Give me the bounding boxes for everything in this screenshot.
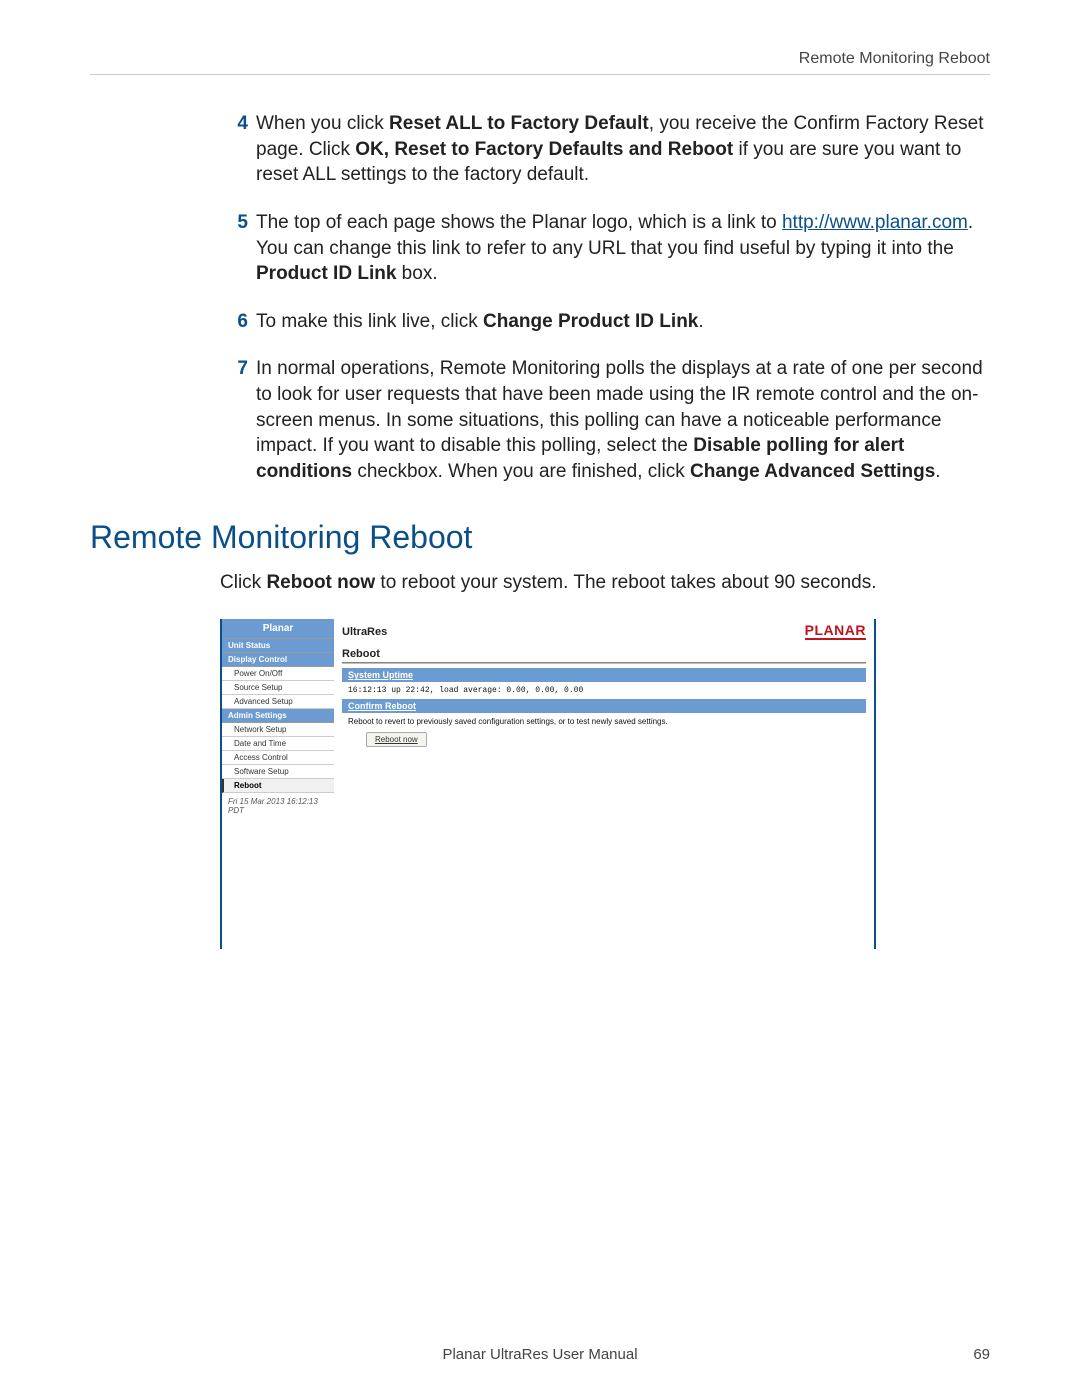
- step-text: .: [935, 461, 940, 482]
- step-text: box.: [396, 263, 437, 284]
- confirm-reboot-text: Reboot to revert to previously saved con…: [342, 713, 866, 730]
- sidebar-section-display-control[interactable]: Display Control: [222, 653, 334, 667]
- footer-page-number: 69: [973, 1346, 990, 1363]
- intro-bold: Reboot now: [266, 572, 375, 593]
- planar-logo[interactable]: PLANAR: [805, 623, 866, 640]
- step-text: The top of each page shows the Planar lo…: [256, 212, 782, 233]
- sidebar-item-software-setup[interactable]: Software Setup: [222, 765, 334, 779]
- step-7: 7 In normal operations, Remote Monitorin…: [220, 356, 990, 484]
- sidebar-item-reboot[interactable]: Reboot: [222, 779, 334, 793]
- divider: [342, 662, 866, 664]
- system-uptime-header: System Uptime: [342, 668, 866, 682]
- planar-link[interactable]: http://www.planar.com: [782, 212, 968, 233]
- step-bold: Change Product ID Link: [483, 311, 698, 332]
- step-text: When you click: [256, 113, 389, 134]
- page-header-right: Remote Monitoring Reboot: [90, 50, 990, 75]
- sidebar-brand[interactable]: Planar: [222, 619, 334, 639]
- step-text: checkbox. When you are finished, click: [352, 461, 690, 482]
- step-number: 6: [220, 309, 248, 335]
- product-name: UltraRes: [342, 626, 387, 638]
- step-number: 5: [220, 210, 248, 236]
- step-6: 6 To make this link live, click Change P…: [220, 309, 990, 335]
- intro-text: Click: [220, 572, 266, 593]
- step-text: .: [698, 311, 703, 332]
- sidebar-item-network-setup[interactable]: Network Setup: [222, 723, 334, 737]
- page-footer: Planar UltraRes User Manual 69: [90, 1346, 990, 1363]
- step-text: To make this link live, click: [256, 311, 483, 332]
- confirm-reboot-header: Confirm Reboot: [342, 699, 866, 713]
- footer-title: Planar UltraRes User Manual: [90, 1346, 990, 1363]
- step-bold: OK, Reset to Factory Defaults and Reboot: [355, 139, 733, 160]
- section-intro: Click Reboot now to reboot your system. …: [220, 570, 990, 596]
- sidebar-item-power[interactable]: Power On/Off: [222, 667, 334, 681]
- step-5: 5 The top of each page shows the Planar …: [220, 210, 990, 287]
- panel-title: Reboot: [342, 648, 866, 660]
- main-panel: UltraRes PLANAR Reboot System Uptime 16:…: [334, 619, 874, 949]
- document-page: Remote Monitoring Reboot 4 When you clic…: [0, 0, 1080, 1397]
- numbered-steps: 4 When you click Reset ALL to Factory De…: [90, 111, 990, 485]
- reboot-screenshot: Planar Unit Status Display Control Power…: [220, 619, 876, 949]
- sidebar-section-admin-settings[interactable]: Admin Settings: [222, 709, 334, 723]
- sidebar-section-unit-status[interactable]: Unit Status: [222, 639, 334, 653]
- step-4: 4 When you click Reset ALL to Factory De…: [220, 111, 990, 188]
- step-number: 7: [220, 356, 248, 382]
- sidebar-item-date-time[interactable]: Date and Time: [222, 737, 334, 751]
- step-bold: Reset ALL to Factory Default: [389, 113, 649, 134]
- section-heading: Remote Monitoring Reboot: [90, 519, 990, 556]
- step-bold: Change Advanced Settings: [690, 461, 935, 482]
- sidebar: Planar Unit Status Display Control Power…: [222, 619, 334, 949]
- intro-text: to reboot your system. The reboot takes …: [375, 572, 876, 593]
- reboot-now-button[interactable]: Reboot now: [366, 732, 427, 747]
- sidebar-item-advanced-setup[interactable]: Advanced Setup: [222, 695, 334, 709]
- step-number: 4: [220, 111, 248, 137]
- step-bold: Product ID Link: [256, 263, 396, 284]
- sidebar-timestamp: Fri 15 Mar 2013 16:12:13 PDT: [222, 793, 334, 819]
- system-uptime-value: 16:12:13 up 22:42, load average: 0.00, 0…: [342, 682, 866, 699]
- sidebar-item-source-setup[interactable]: Source Setup: [222, 681, 334, 695]
- sidebar-item-access-control[interactable]: Access Control: [222, 751, 334, 765]
